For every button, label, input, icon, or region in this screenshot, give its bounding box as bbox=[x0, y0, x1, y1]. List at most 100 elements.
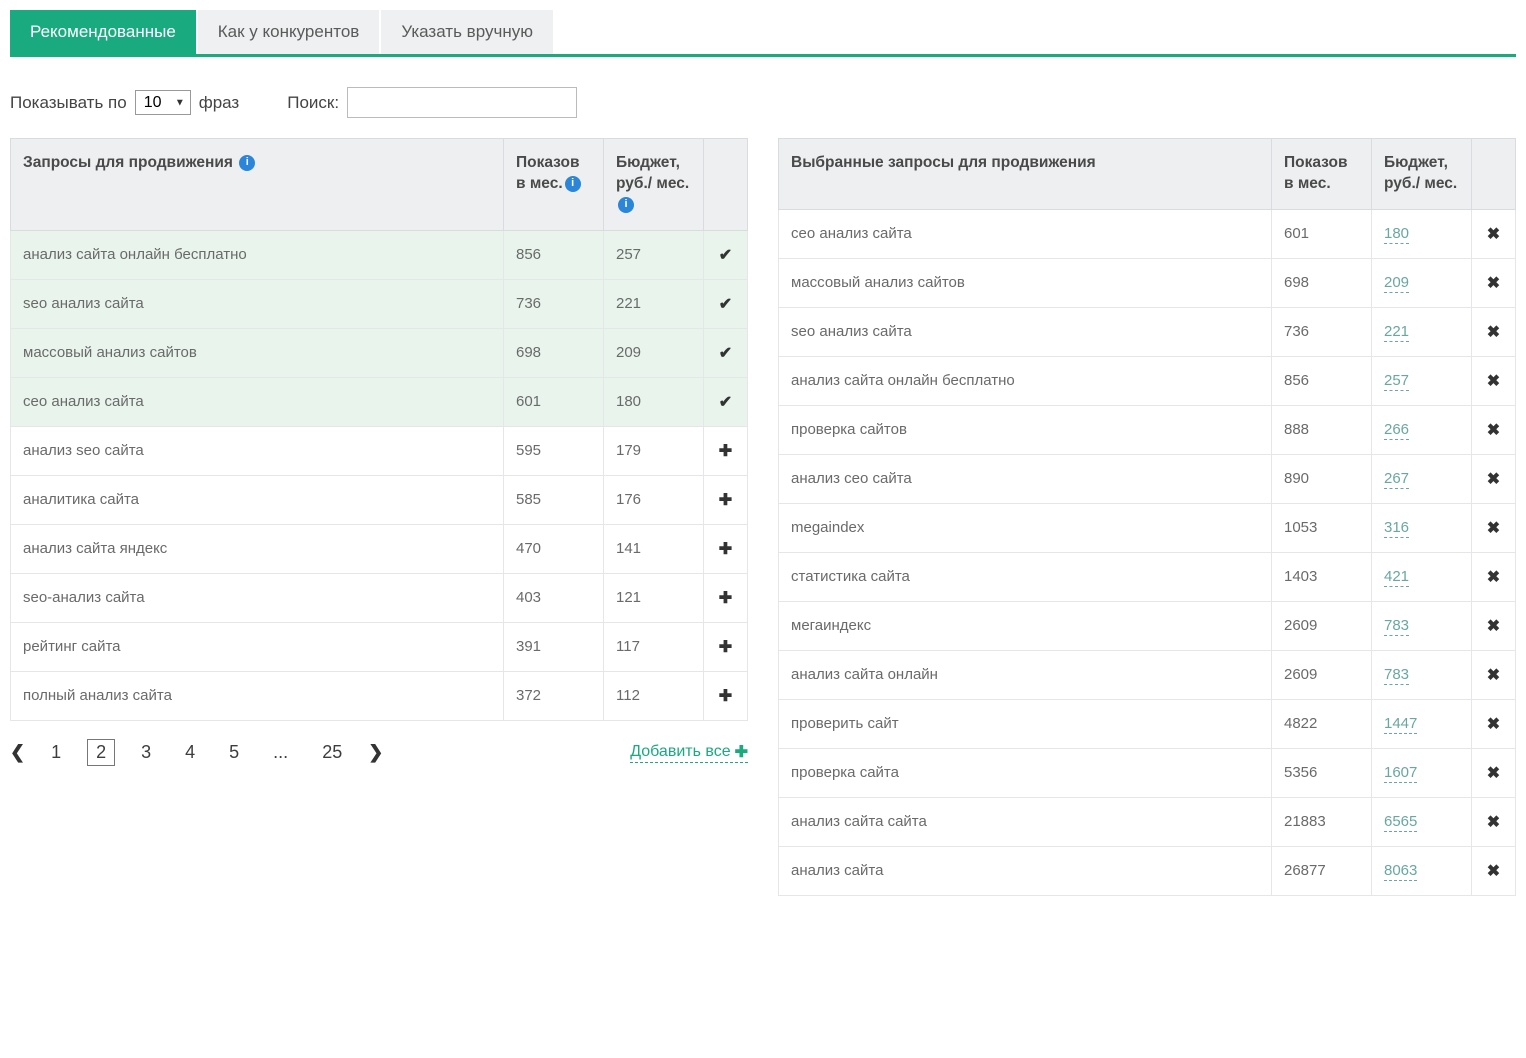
cell-budget: 221 bbox=[1372, 307, 1472, 356]
cell-views: 372 bbox=[504, 671, 604, 720]
budget-link[interactable]: 266 bbox=[1384, 421, 1409, 440]
budget-link[interactable]: 783 bbox=[1384, 666, 1409, 685]
table-row: проверка сайтов888266 bbox=[779, 405, 1516, 454]
plus-icon[interactable] bbox=[719, 490, 732, 510]
pager-next-icon[interactable]: ❯ bbox=[368, 742, 383, 763]
budget-link[interactable]: 267 bbox=[1384, 470, 1409, 489]
info-icon[interactable]: i bbox=[239, 155, 255, 171]
pager-page[interactable]: 25 bbox=[314, 740, 350, 765]
recommended-queries-table: Запросы для продвижения i Показов в мес.… bbox=[10, 138, 748, 721]
plus-icon[interactable] bbox=[719, 637, 732, 657]
close-icon[interactable] bbox=[1487, 224, 1500, 244]
cell-query: анализ сайта онлайн bbox=[779, 650, 1272, 699]
col-header-views[interactable]: Показов в мес. bbox=[1272, 139, 1372, 210]
cell-views: 2609 bbox=[1272, 650, 1372, 699]
cell-action bbox=[704, 671, 748, 720]
pager-page[interactable]: 4 bbox=[177, 740, 203, 765]
budget-link[interactable]: 1447 bbox=[1384, 715, 1417, 734]
close-icon[interactable] bbox=[1487, 322, 1500, 342]
pager-prev-icon[interactable]: ❮ bbox=[10, 742, 25, 763]
table-row: рейтинг сайта391117 bbox=[11, 622, 748, 671]
cell-query: анализ сайта онлайн бесплатно bbox=[779, 356, 1272, 405]
close-icon[interactable] bbox=[1487, 861, 1500, 881]
budget-link[interactable]: 180 bbox=[1384, 225, 1409, 244]
col-header-query[interactable]: Запросы для продвижения i bbox=[11, 139, 504, 231]
search-input[interactable] bbox=[347, 87, 577, 118]
cell-budget: 209 bbox=[1372, 258, 1472, 307]
close-icon[interactable] bbox=[1487, 616, 1500, 636]
budget-link[interactable]: 421 bbox=[1384, 568, 1409, 587]
budget-link[interactable]: 8063 bbox=[1384, 862, 1417, 881]
budget-link[interactable]: 257 bbox=[1384, 372, 1409, 391]
pager-ellipsis: ... bbox=[265, 740, 296, 765]
close-icon[interactable] bbox=[1487, 469, 1500, 489]
left-panel: Запросы для продвижения i Показов в мес.… bbox=[10, 138, 748, 766]
cell-budget: 180 bbox=[1372, 209, 1472, 258]
show-prefix-label: Показывать по bbox=[10, 93, 127, 113]
table-row: мегаиндекс2609783 bbox=[779, 601, 1516, 650]
close-icon[interactable] bbox=[1487, 763, 1500, 783]
budget-link[interactable]: 316 bbox=[1384, 519, 1409, 538]
pager-page[interactable]: 5 bbox=[221, 740, 247, 765]
check-icon[interactable] bbox=[719, 245, 732, 265]
cell-query: массовый анализ сайтов bbox=[779, 258, 1272, 307]
tab[interactable]: Как у конкурентов bbox=[198, 10, 380, 54]
cell-budget: 257 bbox=[604, 230, 704, 279]
add-all-button[interactable]: Добавить все✚ bbox=[630, 742, 748, 763]
close-icon[interactable] bbox=[1487, 371, 1500, 391]
cell-action bbox=[1472, 209, 1516, 258]
plus-icon[interactable] bbox=[719, 686, 732, 706]
cell-budget: 783 bbox=[1372, 650, 1472, 699]
cell-views: 698 bbox=[504, 328, 604, 377]
col-header-budget[interactable]: Бюджет, руб./ мес. bbox=[1372, 139, 1472, 210]
info-icon[interactable]: i bbox=[618, 197, 634, 213]
check-icon[interactable] bbox=[719, 294, 732, 314]
plus-icon[interactable] bbox=[719, 441, 732, 461]
cell-budget: 112 bbox=[604, 671, 704, 720]
budget-link[interactable]: 209 bbox=[1384, 274, 1409, 293]
col-header-views[interactable]: Показов в мес.i bbox=[504, 139, 604, 231]
per-page-select[interactable]: 10 bbox=[135, 90, 191, 115]
budget-link[interactable]: 6565 bbox=[1384, 813, 1417, 832]
cell-views: 736 bbox=[504, 279, 604, 328]
table-row: анализ сео сайта890267 bbox=[779, 454, 1516, 503]
pager-page[interactable]: 1 bbox=[43, 740, 69, 765]
plus-icon[interactable] bbox=[719, 539, 732, 559]
check-icon[interactable] bbox=[719, 343, 732, 363]
check-icon[interactable] bbox=[719, 392, 732, 412]
close-icon[interactable] bbox=[1487, 567, 1500, 587]
info-icon[interactable]: i bbox=[565, 176, 581, 192]
pager-page[interactable]: 3 bbox=[133, 740, 159, 765]
close-icon[interactable] bbox=[1487, 714, 1500, 734]
cell-action bbox=[1472, 552, 1516, 601]
col-header-budget[interactable]: Бюджет, руб./ мес.i bbox=[604, 139, 704, 231]
cell-budget: 121 bbox=[604, 573, 704, 622]
pager-page[interactable]: 2 bbox=[87, 739, 115, 766]
close-icon[interactable] bbox=[1487, 518, 1500, 538]
table-row: анализ сайта онлайн бесплатно856257 bbox=[11, 230, 748, 279]
cell-query: анализ сайта сайта bbox=[779, 797, 1272, 846]
table-row: массовый анализ сайтов698209 bbox=[11, 328, 748, 377]
col-header-query[interactable]: Выбранные запросы для продвижения bbox=[779, 139, 1272, 210]
cell-budget: 176 bbox=[604, 475, 704, 524]
cell-query: аналитика сайта bbox=[11, 475, 504, 524]
cell-budget: 1447 bbox=[1372, 699, 1472, 748]
cell-query: seo анализ сайта bbox=[11, 279, 504, 328]
close-icon[interactable] bbox=[1487, 812, 1500, 832]
table-row: анализ сайта сайта218836565 bbox=[779, 797, 1516, 846]
tab[interactable]: Рекомендованные bbox=[10, 10, 196, 54]
cell-query: сео анализ сайта bbox=[11, 377, 504, 426]
budget-link[interactable]: 1607 bbox=[1384, 764, 1417, 783]
close-icon[interactable] bbox=[1487, 273, 1500, 293]
tab[interactable]: Указать вручную bbox=[381, 10, 553, 54]
plus-icon[interactable] bbox=[719, 588, 732, 608]
close-icon[interactable] bbox=[1487, 420, 1500, 440]
close-icon[interactable] bbox=[1487, 665, 1500, 685]
cell-views: 470 bbox=[504, 524, 604, 573]
cell-query: анализ сайта яндекс bbox=[11, 524, 504, 573]
selected-queries-table: Выбранные запросы для продвижения Показо… bbox=[778, 138, 1516, 896]
budget-link[interactable]: 783 bbox=[1384, 617, 1409, 636]
cell-views: 736 bbox=[1272, 307, 1372, 356]
cell-action bbox=[704, 279, 748, 328]
budget-link[interactable]: 221 bbox=[1384, 323, 1409, 342]
